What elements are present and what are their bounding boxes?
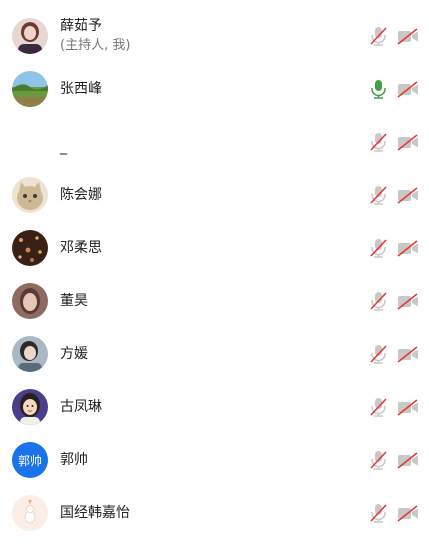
participant-name: 古凤琳 [60,399,102,415]
mic-active-icon[interactable] [370,79,387,99]
participant-row[interactable]: 陈会娜 [0,169,429,222]
avatar [12,18,48,54]
participant-row[interactable]: 郭帅 郭帅 [0,434,429,487]
avatar [12,71,48,107]
participant-row[interactable]: 薛茹予 (主持人, 我) [0,10,429,63]
mic-muted-icon[interactable] [370,344,387,364]
camera-off-icon[interactable] [397,134,419,151]
avatar-initials: 郭帅 [17,453,42,468]
participant-name: 邓柔思 [60,240,102,256]
camera-off-icon[interactable] [397,240,419,257]
participant-name: _ [60,139,67,155]
camera-off-icon[interactable] [397,452,419,469]
participant-row[interactable]: 国经韩嘉怡 [0,487,429,540]
participant-name: 陈会娜 [60,187,102,203]
camera-off-icon[interactable] [397,293,419,310]
participant-name: 张西峰 [60,81,102,97]
avatar [12,389,48,425]
avatar [12,336,48,372]
avatar: 郭帅 [12,442,48,478]
camera-off-icon[interactable] [397,505,419,522]
participant-row[interactable]: 方媛 [0,328,429,381]
mic-muted-icon[interactable] [370,450,387,470]
mic-muted-icon[interactable] [370,132,387,152]
avatar [12,230,48,266]
participant-row[interactable]: 邓柔思 [0,222,429,275]
camera-off-icon[interactable] [397,399,419,416]
participant-name: 郭帅 [60,452,88,468]
mic-muted-icon[interactable] [370,397,387,417]
camera-off-icon[interactable] [397,346,419,363]
participant-row[interactable]: 董昊 [0,275,429,328]
participant-name: 薛茹予 [60,18,102,34]
participant-role: (主持人, 我) [60,38,131,53]
participant-name: 国经韩嘉怡 [60,505,130,521]
participant-row[interactable]: 古凤琳 [0,381,429,434]
mic-muted-icon[interactable] [370,503,387,523]
mic-muted-icon[interactable] [370,26,387,46]
mic-muted-icon[interactable] [370,238,387,258]
participant-row[interactable]: 张西峰 [0,63,429,116]
camera-off-icon[interactable] [397,187,419,204]
camera-off-icon[interactable] [397,81,419,98]
avatar [12,495,48,531]
avatar [12,177,48,213]
participant-name: 方媛 [60,346,88,362]
avatar [12,124,48,160]
mic-muted-icon[interactable] [370,185,387,205]
camera-off-icon[interactable] [397,28,419,45]
mic-muted-icon[interactable] [370,291,387,311]
participant-row[interactable]: _ [0,116,429,169]
avatar [12,283,48,319]
participant-name: 董昊 [60,293,88,309]
